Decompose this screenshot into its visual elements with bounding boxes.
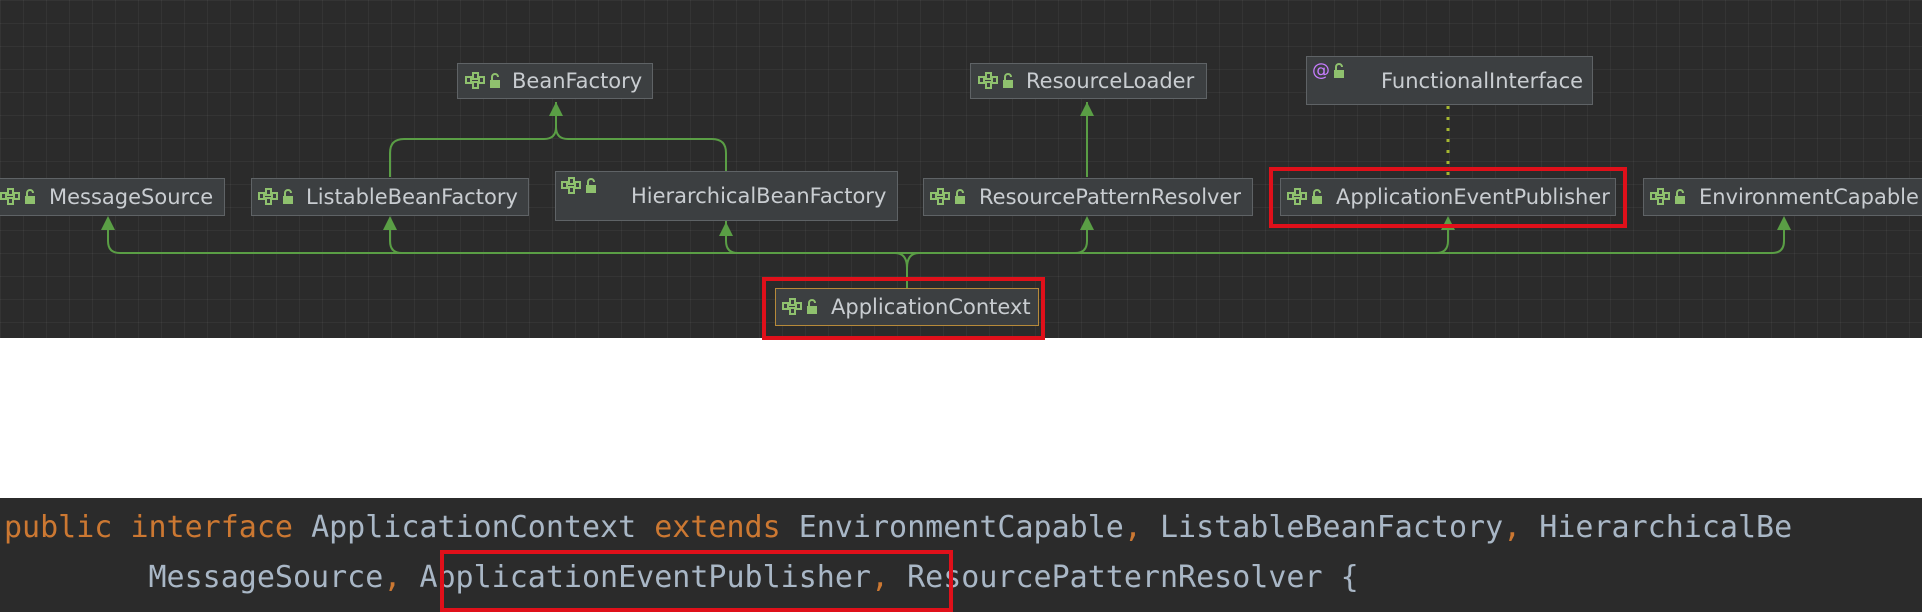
- node-resourceloader[interactable]: ResourceLoader: [970, 63, 1207, 99]
- lock-open-icon: [586, 178, 596, 193]
- arrowhead-envcapable: [1777, 216, 1791, 230]
- lock-open-icon: [1334, 63, 1344, 78]
- interface-icon: [258, 188, 278, 205]
- node-applicationcontext-label: ApplicationContext: [831, 295, 1031, 319]
- interface-icon: [978, 72, 998, 89]
- arrowhead-hierarchical: [719, 222, 733, 236]
- node-hierarchicalbeanfactory-label: HierarchicalBeanFactory: [631, 184, 887, 208]
- node-messagesource[interactable]: MessageSource: [0, 178, 225, 216]
- arrowhead-beanfactory: [549, 102, 563, 116]
- node-resourceloader-label: ResourceLoader: [1026, 69, 1195, 93]
- code-type-name: ApplicationContext: [311, 510, 637, 545]
- lock-open-icon: [283, 189, 293, 204]
- code-snippet: public interface ApplicationContext exte…: [0, 498, 1922, 612]
- lock-open-icon: [1312, 189, 1322, 204]
- interface-icon: [1287, 188, 1307, 205]
- code-open-brace: {: [1340, 560, 1359, 595]
- uml-diagram: BeanFactory ResourceLoader @ FunctionalI…: [0, 0, 1922, 338]
- lock-open-icon: [1675, 189, 1685, 204]
- keyword-extends: extends: [654, 510, 781, 545]
- keyword-interface: interface: [130, 510, 293, 545]
- code-line-1: public interface ApplicationContext exte…: [4, 510, 1792, 545]
- edge-listable-to-beanfactory: [389, 102, 557, 177]
- interface-icon: [782, 298, 802, 315]
- code-comma: ,: [1123, 510, 1142, 545]
- edge-hierarchical-to-beanfactory: [555, 126, 727, 171]
- node-functionalinterface[interactable]: @ FunctionalInterface: [1306, 56, 1593, 105]
- code-supertype-1: EnvironmentCapable: [798, 510, 1124, 545]
- code-comma: ,: [383, 560, 402, 595]
- code-comma: ,: [1503, 510, 1522, 545]
- arrowhead-resourceloader: [1080, 102, 1094, 116]
- lock-open-icon: [807, 299, 817, 314]
- node-resourcepatternresolver-label: ResourcePatternResolver: [979, 185, 1242, 209]
- code-supertype-2: ListableBeanFactory: [1159, 510, 1504, 545]
- node-beanfactory[interactable]: BeanFactory: [457, 63, 653, 99]
- keyword-public: public: [4, 510, 113, 545]
- node-functionalinterface-label: FunctionalInterface: [1381, 69, 1584, 93]
- edge-context-trunk: [894, 252, 908, 288]
- node-applicationeventpublisher-label: ApplicationEventPublisher: [1336, 185, 1610, 209]
- code-comma: ,: [870, 560, 890, 595]
- code-supertype-6: ResourcePatternResolver: [907, 560, 1323, 595]
- code-supertype-5: ApplicationEventPublisher: [419, 560, 871, 595]
- node-environmentcapable[interactable]: EnvironmentCapable: [1643, 178, 1922, 216]
- interface-icon: [1650, 188, 1670, 205]
- annotation-icon: @: [1312, 60, 1330, 81]
- node-beanfactory-label: BeanFactory: [512, 69, 643, 93]
- arrowhead-resourcepattern: [1080, 216, 1094, 230]
- node-listablebeanfactory[interactable]: ListableBeanFactory: [251, 178, 529, 216]
- node-applicationeventpublisher[interactable]: ApplicationEventPublisher: [1280, 178, 1616, 216]
- node-hierarchicalbeanfactory[interactable]: HierarchicalBeanFactory: [555, 171, 898, 221]
- edge-context-trunk-right: [906, 252, 920, 269]
- code-supertype-3: HierarchicalBe: [1539, 510, 1793, 545]
- arrowhead-listable: [383, 216, 397, 230]
- node-environmentcapable-label: EnvironmentCapable: [1699, 185, 1919, 209]
- arrowhead-messagesource: [101, 216, 115, 230]
- node-resourcepatternresolver[interactable]: ResourcePatternResolver: [923, 178, 1253, 216]
- interface-icon: [465, 72, 485, 89]
- interface-icon: [0, 188, 20, 205]
- lock-open-icon: [955, 189, 965, 204]
- interface-icon: [561, 177, 581, 194]
- arrowhead-appevent: [1441, 216, 1455, 230]
- code-line-2: MessageSource, ApplicationEventPublisher…: [4, 560, 1359, 595]
- node-messagesource-label: MessageSource: [49, 185, 214, 209]
- node-applicationcontext[interactable]: ApplicationContext: [775, 288, 1039, 326]
- node-listablebeanfactory-label: ListableBeanFactory: [306, 185, 518, 209]
- code-supertype-4: MessageSource: [148, 560, 384, 595]
- lock-open-icon: [490, 73, 500, 88]
- lock-open-icon: [25, 189, 35, 204]
- lock-open-icon: [1003, 73, 1013, 88]
- interface-icon: [930, 188, 950, 205]
